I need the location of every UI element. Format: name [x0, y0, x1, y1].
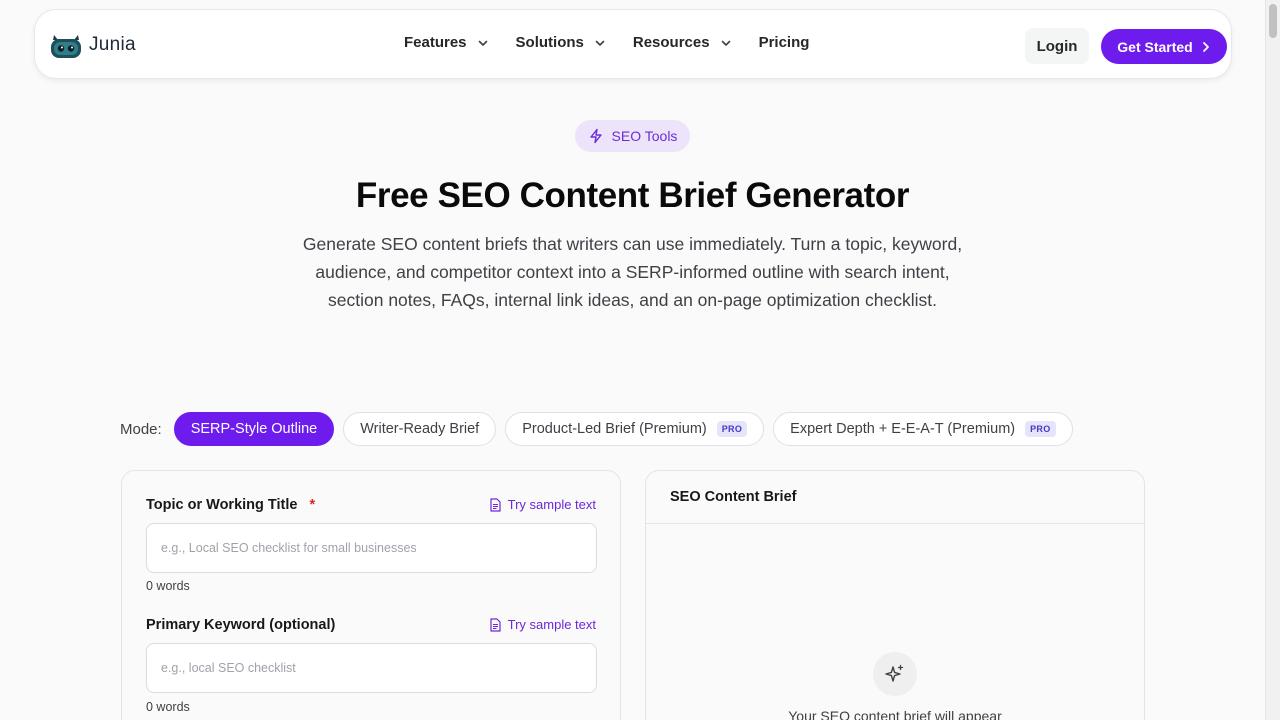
- document-icon: [490, 497, 501, 512]
- chevron-down-icon: [595, 40, 605, 46]
- seo-tools-badge: SEO Tools: [575, 120, 690, 152]
- nav-resources-label: Resources: [632, 34, 710, 51]
- output-title: SEO Content Brief: [670, 489, 797, 505]
- topic-try-sample-link[interactable]: Try sample text: [489, 497, 596, 512]
- required-marker: *: [309, 497, 316, 513]
- nav-pricing-label: Pricing: [758, 34, 810, 51]
- mode-option-label: Writer-Ready Brief: [360, 421, 480, 437]
- badge-label: SEO Tools: [611, 128, 678, 144]
- pro-badge: PRO: [716, 421, 748, 437]
- keyword-try-sample-link[interactable]: Try sample text: [489, 617, 596, 632]
- top-navbar: Junia Features Solutions Resources Prici…: [34, 9, 1232, 79]
- try-sample-label: Try sample text: [507, 497, 596, 512]
- mode-expert-depth-eeat[interactable]: Expert Depth + E-E-A-T (Premium) PRO: [773, 412, 1073, 446]
- mode-option-label: Expert Depth + E-E-A-T (Premium): [790, 421, 1016, 437]
- mode-label: Mode:: [120, 420, 162, 438]
- output-header: SEO Content Brief: [646, 471, 1144, 524]
- page-title: Free SEO Content Brief Generator: [355, 176, 910, 215]
- input-panel: Topic or Working Title * Try sample text …: [121, 470, 621, 720]
- try-sample-label: Try sample text: [507, 617, 596, 632]
- get-started-button[interactable]: Get Started: [1101, 29, 1227, 64]
- nav-pricing[interactable]: Pricing: [759, 34, 810, 51]
- pro-badge: PRO: [1025, 421, 1056, 437]
- keyword-input[interactable]: [146, 643, 597, 693]
- nav-resources[interactable]: Resources: [633, 34, 732, 51]
- nav-features[interactable]: Features: [404, 34, 489, 51]
- get-started-label: Get Started: [1117, 38, 1193, 55]
- output-panel: SEO Content Brief Your SEO content brief…: [645, 470, 1145, 720]
- document-icon: [490, 617, 501, 632]
- keyword-word-count: 0 words: [146, 700, 190, 714]
- empty-state-text: Your SEO content brief will appear: [788, 708, 1002, 720]
- mode-option-label: SERP-Style Outline: [190, 421, 318, 437]
- scrollbar-thumb[interactable]: [1269, 4, 1277, 38]
- page-scrollbar[interactable]: [1265, 0, 1280, 720]
- login-button[interactable]: Login: [1025, 28, 1089, 64]
- topic-field-label: Topic or Working Title *: [146, 497, 315, 513]
- nav-features-label: Features: [404, 34, 467, 51]
- mode-product-led-brief[interactable]: Product-Led Brief (Premium) PRO: [505, 412, 765, 446]
- chevron-down-icon: [721, 40, 730, 46]
- page-description: Generate SEO content briefs that writers…: [302, 234, 963, 310]
- logo[interactable]: Junia: [49, 30, 136, 60]
- sparkles-icon: [885, 664, 904, 682]
- junia-robot-logo-icon: [51, 35, 81, 58]
- mode-writer-ready-brief[interactable]: Writer-Ready Brief: [343, 412, 497, 446]
- lightning-icon: [589, 128, 602, 144]
- sparkles-placeholder: [873, 652, 917, 696]
- nav-solutions[interactable]: Solutions: [516, 34, 606, 51]
- mode-option-label: Product-Led Brief (Premium): [522, 421, 707, 437]
- mode-selector: Mode: SERP-Style Outline Writer-Ready Br…: [120, 412, 1082, 446]
- topic-label-text: Topic or Working Title: [146, 497, 298, 513]
- mode-serp-style-outline[interactable]: SERP-Style Outline: [173, 412, 335, 446]
- topic-input[interactable]: [146, 523, 597, 573]
- nav-links: Features Solutions Resources Pricing: [404, 34, 836, 51]
- nav-solutions-label: Solutions: [515, 34, 584, 51]
- chevron-down-icon: [478, 40, 487, 46]
- logo-text: Junia: [89, 34, 136, 55]
- keyword-field-label: Primary Keyword (optional): [146, 617, 336, 633]
- topic-word-count: 0 words: [146, 579, 190, 593]
- chevron-right-icon: [1202, 41, 1209, 52]
